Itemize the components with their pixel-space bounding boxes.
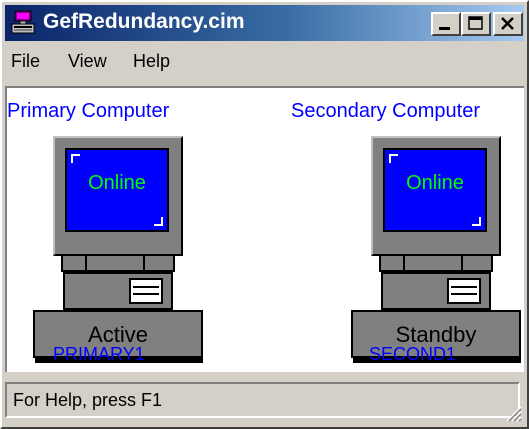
secondary-cpu <box>381 272 491 310</box>
primary-screen-status: Online <box>88 172 146 194</box>
resize-grip-icon[interactable] <box>502 402 522 422</box>
close-icon <box>495 17 521 38</box>
menu-help[interactable]: Help <box>133 51 170 72</box>
secondary-monitor: Online <box>371 136 501 256</box>
menu-bar: File View Help <box>5 46 524 78</box>
disk-drive-icon <box>447 278 481 304</box>
minimize-button[interactable] <box>431 12 461 36</box>
status-text: For Help, press F1 <box>13 390 163 410</box>
status-bar: For Help, press F1 <box>5 376 522 422</box>
primary-cpu <box>63 272 173 310</box>
secondary-hostname: SECOND1 <box>369 344 457 364</box>
redundancy-view: Primary Computer Online Active PRIMARY1 <box>5 86 524 372</box>
primary-monitor: Online <box>53 136 183 256</box>
primary-hostname: PRIMARY1 <box>53 344 145 364</box>
maximize-button[interactable] <box>461 12 491 36</box>
menu-view[interactable]: View <box>68 51 107 72</box>
window-title: GefRedundancy.cim <box>43 10 245 33</box>
computer-app-icon[interactable] <box>11 10 37 36</box>
primary-computer-title: Primary Computer <box>7 100 170 122</box>
primary-computer[interactable]: Online Active <box>33 136 205 366</box>
disk-drive-icon <box>129 278 163 304</box>
minimize-icon <box>433 21 459 38</box>
status-pane: For Help, press F1 <box>5 382 520 418</box>
close-button[interactable] <box>493 12 523 36</box>
title-bar[interactable]: GefRedundancy.cim <box>5 5 524 41</box>
primary-screen: Online <box>65 148 169 232</box>
menu-file[interactable]: File <box>11 51 40 72</box>
secondary-screen: Online <box>383 148 487 232</box>
secondary-screen-status: Online <box>406 172 464 194</box>
maximize-icon <box>463 16 489 38</box>
secondary-computer[interactable]: Online Standby <box>351 136 523 366</box>
app-window: GefRedundancy.cim File View Help Primary… <box>0 0 529 429</box>
secondary-computer-title: Secondary Computer <box>291 100 480 122</box>
